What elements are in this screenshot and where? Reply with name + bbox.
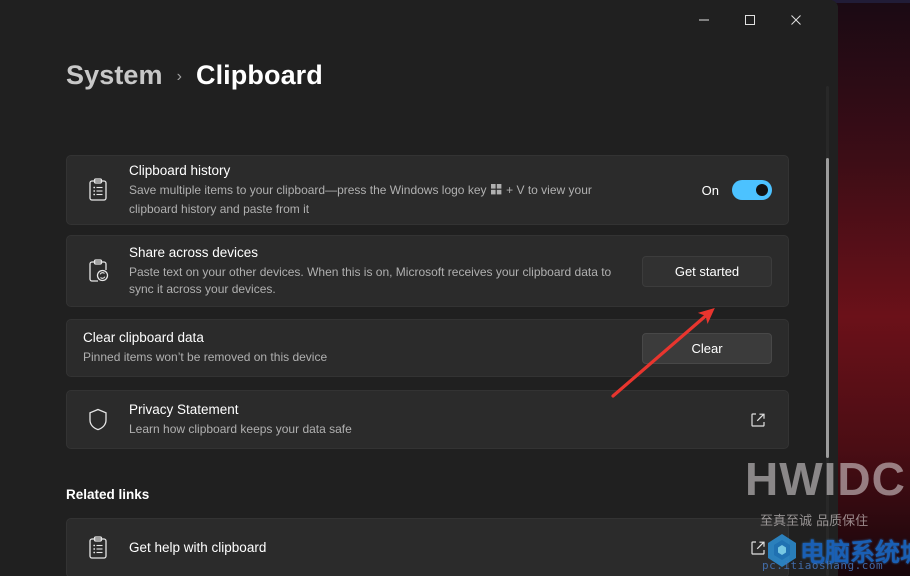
- watermark-slogan: 至真至诚 品质保住: [760, 514, 869, 529]
- related-link-get-help-with-clipboard[interactable]: Get help with clipboard: [66, 518, 789, 576]
- clipboard-history-toggle-group[interactable]: On: [702, 180, 772, 200]
- clipboard-history-toggle[interactable]: [732, 180, 772, 200]
- scrollbar-thumb[interactable]: [826, 158, 829, 458]
- page-title: Clipboard: [195, 60, 323, 90]
- setting-row-share-across-devices[interactable]: Share across devices Paste text on your …: [66, 235, 789, 307]
- setting-title: Privacy Statement: [129, 401, 239, 417]
- breadcrumb-parent-link[interactable]: System: [66, 60, 163, 91]
- watermark-logo-url: pc.itiaoshang.com: [762, 559, 884, 572]
- setting-subtitle: Learn how clipboard keeps your data safe: [129, 421, 352, 436]
- setting-subtitle: Paste text on your other devices. When t…: [129, 264, 612, 297]
- desktop: HWIDC 至真至诚 品质保住 电脑系统城 pc.itiaoshang.com: [0, 0, 910, 576]
- shield-icon: [67, 408, 129, 431]
- breadcrumb: System › Clipboard: [66, 60, 323, 91]
- setting-text-block: Privacy Statement Learn how clipboard ke…: [129, 401, 744, 439]
- setting-text-block: Share across devices Paste text on your …: [129, 244, 642, 299]
- settings-window: System › Clipboard Clipboard history Sav…: [0, 0, 838, 576]
- setting-text-block: Clear clipboard data Pinned items won’t …: [67, 329, 642, 367]
- close-button[interactable]: [773, 0, 819, 40]
- minimize-button[interactable]: [681, 0, 727, 40]
- windows-logo-key-icon: [490, 183, 502, 200]
- setting-subtitle-pre: Save multiple items to your clipboard—pr…: [129, 183, 490, 198]
- setting-row-privacy-statement[interactable]: Privacy Statement Learn how clipboard ke…: [66, 390, 789, 449]
- toggle-knob: [756, 184, 768, 196]
- setting-text-block: Clipboard history Save multiple items to…: [129, 162, 702, 218]
- chevron-right-icon: ›: [176, 68, 182, 85]
- setting-title: Clipboard history: [129, 163, 231, 178]
- setting-subtitle: Save multiple items to your clipboard—pr…: [129, 182, 629, 218]
- watermark-brand: HWIDC: [745, 453, 906, 505]
- related-links-heading: Related links: [66, 487, 150, 502]
- get-started-button[interactable]: Get started: [642, 255, 772, 287]
- toggle-state-label: On: [701, 182, 719, 198]
- setting-title: Share across devices: [129, 244, 259, 260]
- clipboard-list-icon: [67, 536, 129, 560]
- setting-row-clear-clipboard-data[interactable]: Clear clipboard data Pinned items won’t …: [66, 319, 789, 377]
- settings-content-pane: System › Clipboard Clipboard history Sav…: [0, 40, 838, 576]
- related-link-text-block: Get help with clipboard: [129, 539, 744, 557]
- clipboard-sync-icon: [67, 259, 129, 283]
- external-link-icon[interactable]: [744, 412, 772, 428]
- window-titlebar: [0, 0, 838, 40]
- maximize-button[interactable]: [727, 0, 773, 40]
- related-link-label: Get help with clipboard: [129, 539, 267, 555]
- clipboard-list-icon: [67, 178, 129, 202]
- setting-subtitle: Pinned items won’t be removed on this de…: [83, 350, 328, 365]
- setting-title: Clear clipboard data: [83, 330, 204, 346]
- clear-button[interactable]: Clear: [642, 332, 772, 364]
- setting-row-clipboard-history[interactable]: Clipboard history Save multiple items to…: [66, 155, 789, 225]
